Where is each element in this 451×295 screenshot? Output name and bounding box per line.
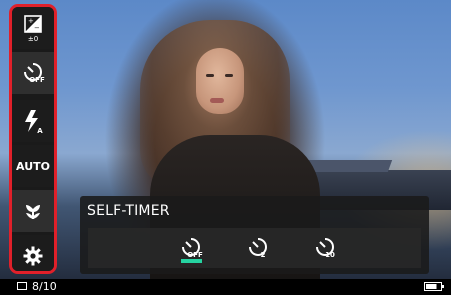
selected-indicator [181, 259, 202, 263]
self-timer-10s-icon: 10 [316, 238, 335, 259]
self-timer-10s-label: 10 [325, 251, 335, 259]
flash-mode-label: A [37, 127, 43, 135]
gear-icon [23, 246, 43, 266]
self-timer-10s-option[interactable]: 10 [305, 228, 345, 268]
macro-button[interactable] [12, 190, 54, 232]
flash-icon: A [25, 110, 43, 135]
svg-text:−: − [34, 24, 40, 32]
self-timer-off-label: OFF [187, 251, 203, 259]
self-timer-2s-icon: 2 [249, 238, 267, 259]
exposure-compensation-button[interactable]: + − ±0 [12, 7, 54, 49]
memory-card-icon [17, 282, 27, 290]
self-timer-panel: SELF-TIMER OFF 2 10 [80, 196, 429, 274]
panel-title: SELF-TIMER [87, 203, 170, 219]
battery-icon [424, 282, 444, 291]
subject-lips [210, 98, 224, 103]
shooting-menu-sidebar: + − ±0 OFF A AUTO [9, 4, 57, 274]
remaining-shots: 8/10 [32, 280, 57, 293]
self-timer-state-label: OFF [29, 76, 45, 84]
self-timer-2s-option[interactable]: 2 [238, 228, 278, 268]
subject-face [196, 48, 244, 114]
self-timer-off-icon: OFF [182, 238, 203, 259]
auto-mode-label: AUTO [16, 159, 50, 173]
exposure-value-label: ±0 [28, 35, 38, 42]
self-timer-button[interactable]: OFF [12, 52, 54, 94]
auto-mode-button[interactable]: AUTO [12, 145, 54, 187]
subject-eye-right [225, 74, 233, 77]
self-timer-2s-label: 2 [261, 251, 266, 259]
status-bar [0, 279, 451, 295]
settings-button[interactable] [12, 235, 54, 271]
self-timer-icon: OFF [24, 63, 45, 84]
flash-button[interactable]: A [12, 100, 54, 142]
subject-eye-left [206, 74, 214, 77]
macro-flower-icon [26, 205, 40, 219]
exposure-compensation-icon: + − ±0 [24, 15, 42, 42]
